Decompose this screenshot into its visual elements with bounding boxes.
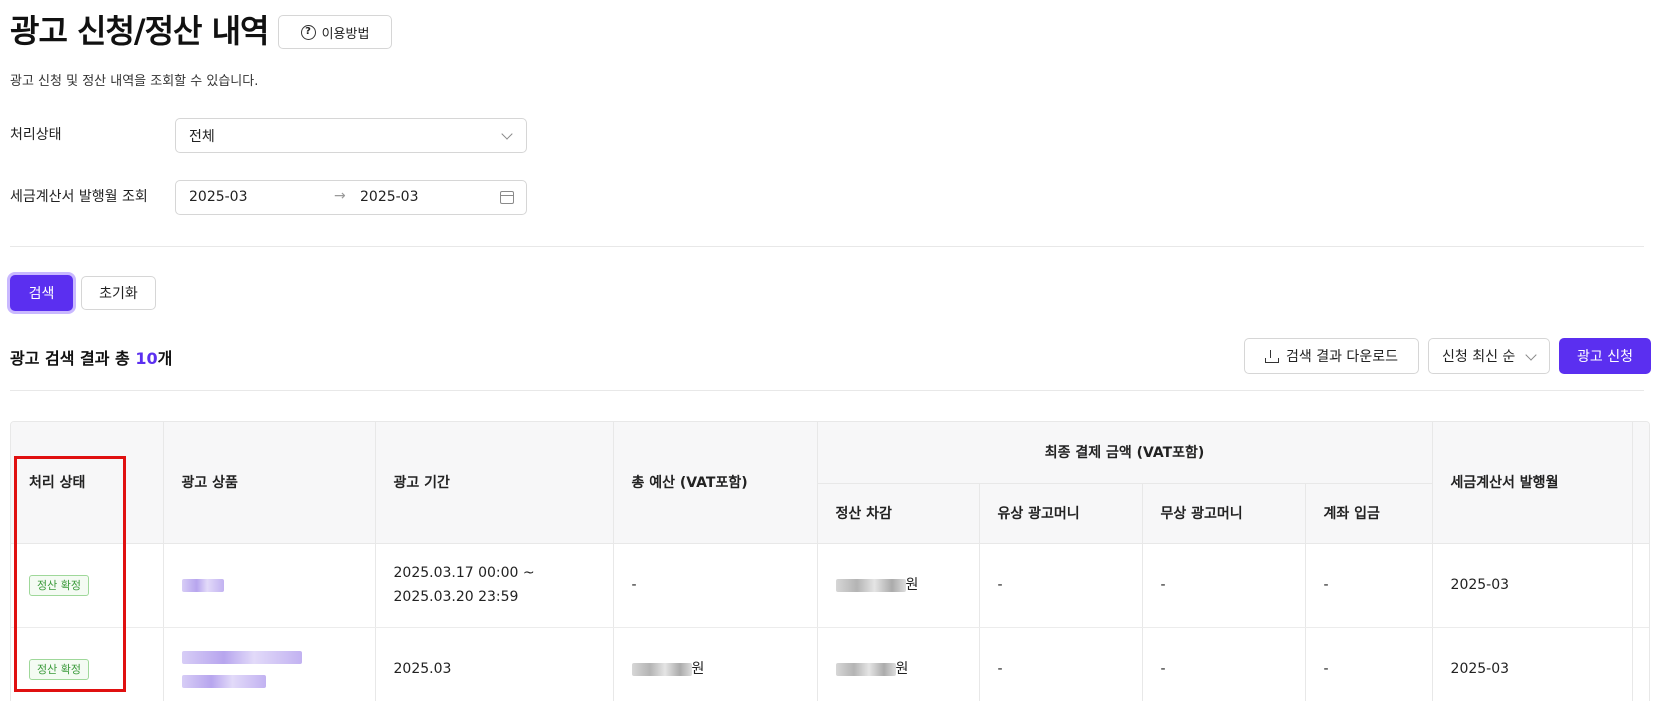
results-table: 처리 상태 광고 상품 광고 기간 총 예산 (VAT포함) 최종 결제 금액 … [10,421,1650,701]
settlement-deduct-cell: 원 [817,543,980,628]
redacted-product-name[interactable] [181,578,224,592]
download-results-button[interactable]: 검색 결과 다운로드 [1244,338,1419,374]
redacted-product-name[interactable] [181,650,302,664]
header-product: 광고 상품 [163,422,376,544]
chevron-down-icon [1525,349,1537,361]
currency-unit: 원 [905,577,919,593]
paid-money-cell: - [979,627,1143,701]
question-circle-icon: ? [300,24,316,40]
redacted-amount [631,662,692,676]
date-range-picker[interactable]: 2025-03 → 2025-03 [175,180,527,215]
header-final-payment: 최종 결제 금액 (VAT포함) [817,422,1433,484]
arrow-right-icon: → [334,188,346,204]
page-title: 광고 신청/정산 내역 [10,12,269,50]
status-badge: 정산 확정 [29,575,89,596]
free-money-cell: - [1142,543,1306,628]
sort-select[interactable]: 신청 최신 순 [1428,338,1550,374]
header-settlement-deduct: 정산 차감 [817,483,980,544]
paid-money-cell: - [979,543,1143,628]
period-end: 2025.03.20 23:59 [393,589,519,605]
result-summary-suffix: 개 [157,349,173,368]
results-divider [10,390,1644,391]
bank-deposit-cell: - [1305,543,1433,628]
extra-cell [1632,543,1649,628]
tax-invoice-month-cell: 2025-03 [1432,543,1633,628]
product-cell[interactable] [163,543,376,628]
help-label: 이용방법 [321,26,370,42]
redacted-amount [835,578,906,592]
page-subtitle: 광고 신청 및 정산 내역을 조회할 수 있습니다. [10,74,259,89]
settlement-deduct-cell: 원 [817,627,980,701]
apply-ad-button[interactable]: 광고 신청 [1559,338,1651,374]
redacted-amount [835,662,896,676]
header-status: 처리 상태 [11,422,164,544]
status-cell: 정산 확정 [11,543,164,628]
header-period: 광고 기간 [375,422,614,544]
currency-unit: 원 [691,661,705,677]
filter-divider [10,246,1644,247]
status-select-value: 전체 [189,128,215,145]
status-badge: 정산 확정 [29,659,89,680]
header-bank-deposit: 계좌 입금 [1305,483,1433,544]
calendar-icon[interactable] [500,191,514,204]
header-extra [1632,422,1649,544]
sort-select-value: 신청 최신 순 [1442,349,1516,365]
bank-deposit-cell: - [1305,627,1433,701]
budget-cell: - [613,543,818,628]
header-free-money: 무상 광고머니 [1142,483,1306,544]
header-budget: 총 예산 (VAT포함) [613,422,818,544]
result-count: 10 [135,349,158,368]
download-icon [1265,349,1280,363]
date-start-value[interactable]: 2025-03 [189,189,248,205]
chevron-down-icon [501,128,513,140]
period-cell: 2025.03.17 00:00 ~ 2025.03.20 23:59 [375,543,614,628]
help-button[interactable]: ? 이용방법 [278,15,392,49]
currency-unit: 원 [895,661,909,677]
period-cell: 2025.03 [375,627,614,701]
date-filter-label: 세금계산서 발행월 조회 [10,189,148,205]
free-money-cell: - [1142,627,1306,701]
result-summary-prefix: 광고 검색 결과 총 [10,349,136,368]
status-filter-label: 처리상태 [10,127,62,143]
product-cell[interactable] [163,627,376,701]
table-row[interactable]: 정산 확정 2025.03.17 00:00 ~ 2025.03.20 23:5… [11,543,1649,628]
table-row[interactable]: 정산 확정 2025.03 원 원 - - - 2025-03 [11,627,1649,701]
header-tax-invoice-month: 세금계산서 발행월 [1432,422,1633,544]
date-end-value[interactable]: 2025-03 [360,189,419,205]
search-button[interactable]: 검색 [10,275,73,311]
reset-button[interactable]: 초기화 [81,276,156,310]
extra-cell [1632,627,1649,701]
period-start: 2025.03.17 00:00 ~ [393,565,535,581]
result-summary: 광고 검색 결과 총 10개 [10,345,172,369]
header-paid-money: 유상 광고머니 [979,483,1143,544]
budget-cell: 원 [613,627,818,701]
status-select[interactable]: 전체 [175,118,527,153]
tax-invoice-month-cell: 2025-03 [1432,627,1633,701]
status-cell: 정산 확정 [11,627,164,701]
download-label: 검색 결과 다운로드 [1286,349,1398,365]
redacted-product-name[interactable] [181,674,266,688]
